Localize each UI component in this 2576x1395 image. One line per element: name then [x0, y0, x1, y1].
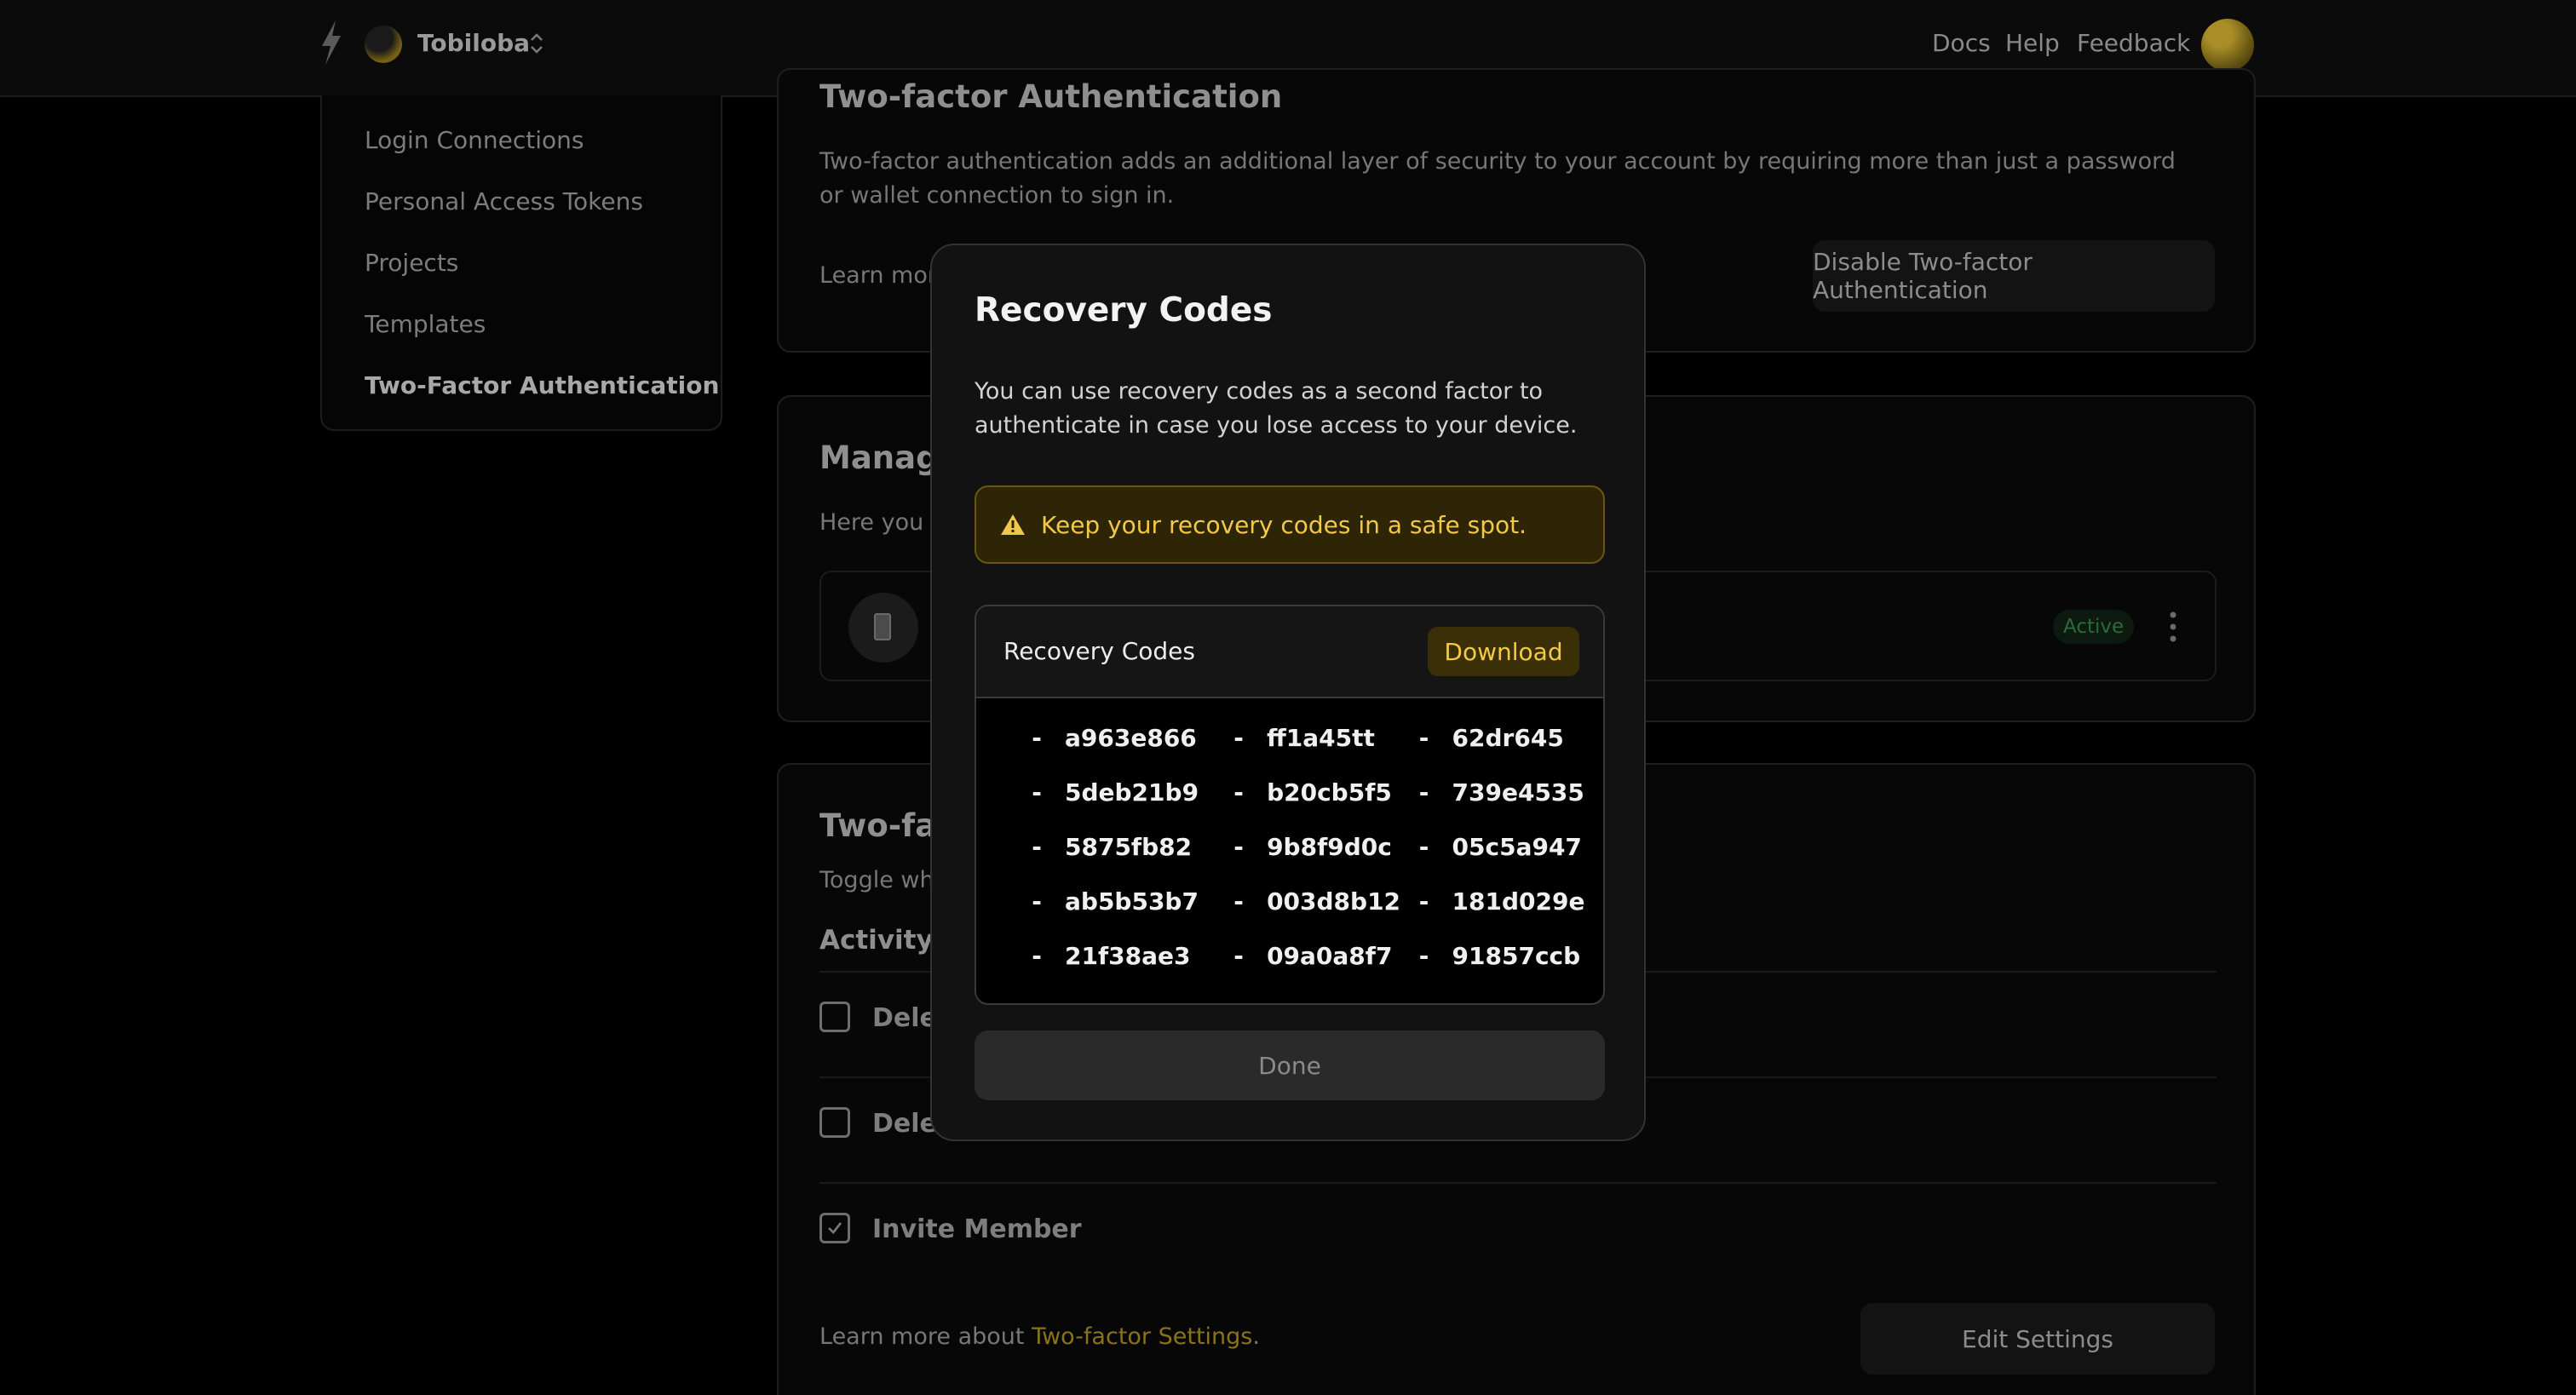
- manage-card-description: Here you c: [819, 509, 944, 536]
- recovery-codes-modal: Recovery Codes You can use recovery code…: [930, 244, 1646, 1141]
- list-bullet: -: [1233, 723, 1244, 752]
- recovery-code-item: -21f38ae3: [976, 928, 1199, 983]
- org-name[interactable]: Tobiloba: [417, 29, 530, 57]
- sidebar-item-personal-access-tokens[interactable]: Personal Access Tokens: [365, 187, 643, 215]
- done-button[interactable]: Done: [975, 1030, 1605, 1100]
- warning-icon: [1001, 514, 1025, 535]
- recovery-code-item: -05c5a947: [1403, 819, 1603, 874]
- app-root: Tobiloba Docs Help Feedback Login Connec…: [0, 0, 2576, 1395]
- recovery-code: 5875fb82: [1065, 832, 1193, 861]
- recovery-code: 91857ccb: [1452, 941, 1581, 970]
- nav-feedback-link[interactable]: Feedback: [2077, 29, 2190, 57]
- recovery-code: ab5b53b7: [1065, 887, 1199, 916]
- recovery-code: 181d029e: [1452, 887, 1585, 916]
- codes-grid: - a963e866- ff1a45tt -62dr645-5deb21b9- b20c…: [976, 698, 1603, 1003]
- list-bullet: -: [1418, 832, 1429, 861]
- list-bullet: -: [1032, 887, 1042, 916]
- chevron-up-down-icon[interactable]: [528, 31, 545, 56]
- recovery-code: 003d8b12: [1267, 887, 1401, 916]
- recovery-code-item: - a963e866: [976, 710, 1199, 765]
- recovery-code-item: -91857ccb: [1403, 928, 1603, 983]
- list-bullet: -: [1418, 887, 1429, 916]
- recovery-code-item: - b20cb5f5: [1199, 765, 1402, 819]
- option-label-2: Dele: [872, 1109, 937, 1139]
- list-bullet: -: [1233, 887, 1244, 916]
- recovery-code: 5deb21b9: [1065, 778, 1199, 807]
- recovery-code: 9b8f9d0c: [1267, 832, 1392, 861]
- list-bullet: -: [1418, 941, 1429, 970]
- download-button[interactable]: Download: [1428, 627, 1579, 676]
- check-icon: [828, 1222, 842, 1235]
- learn-more-suffix: .: [1252, 1323, 1260, 1350]
- list-bullet: -: [1032, 832, 1042, 861]
- recovery-code-item: -739e4535: [1403, 765, 1603, 819]
- modal-description: You can use recovery codes as a second f…: [975, 378, 1578, 439]
- recovery-code: ff1a45tt: [1267, 723, 1375, 752]
- org-avatar[interactable]: [365, 26, 402, 63]
- list-bullet: -: [1032, 778, 1042, 807]
- activity-heading: Activity: [819, 925, 934, 956]
- nav-help-link[interactable]: Help: [2005, 29, 2060, 57]
- recovery-code: 09a0a8f7: [1267, 941, 1393, 970]
- device-icon-wrapper: [848, 593, 918, 663]
- recovery-code-item: -5875fb82: [976, 819, 1199, 874]
- modal-title: Recovery Codes: [975, 291, 1273, 330]
- learn-more-prefix: Learn more about: [819, 1323, 1032, 1350]
- settings-card-description: Toggle whi: [819, 867, 941, 893]
- list-bullet: -: [1418, 723, 1429, 752]
- recovery-code-item: - ff1a45tt: [1199, 710, 1402, 765]
- edit-settings-button[interactable]: Edit Settings: [1860, 1303, 2215, 1375]
- warning-text: Keep your recovery codes in a safe spot.: [1041, 511, 1527, 539]
- sidebar-item-templates[interactable]: Templates: [365, 310, 486, 338]
- two-factor-settings-link[interactable]: Two-factor Settings: [1032, 1323, 1252, 1350]
- list-bullet: -: [1418, 778, 1429, 807]
- recovery-code-item: -9b8f9d0c: [1199, 819, 1402, 874]
- list-bullet: -: [1233, 941, 1244, 970]
- recovery-code-item: -181d029e: [1403, 874, 1603, 928]
- recovery-codes-box: Recovery Codes Download - a963e866- ff1a45…: [975, 605, 1605, 1005]
- user-avatar[interactable]: [2201, 19, 2254, 72]
- recovery-code: 05c5a947: [1452, 832, 1582, 861]
- recovery-code-item: -5deb21b9: [976, 765, 1199, 819]
- option-checkbox-3[interactable]: [819, 1213, 850, 1243]
- more-vertical-icon[interactable]: [2169, 610, 2177, 644]
- phone-icon: [874, 613, 891, 640]
- recovery-code: a963e866: [1065, 723, 1197, 752]
- option-checkbox-1[interactable]: [819, 1002, 850, 1032]
- bolt-logo-icon[interactable]: [317, 19, 346, 66]
- sidebar-item-two-factor-authentication[interactable]: Two-Factor Authentication: [365, 371, 719, 399]
- settings-learn-more: Learn more about Two-factor Settings.: [819, 1320, 1260, 1354]
- disable-two-factor-button[interactable]: Disable Two-factor Authentication: [1813, 240, 2215, 312]
- two-factor-card-title: Two-factor Authentication: [819, 78, 1283, 115]
- warning-alert: Keep your recovery codes in a safe spot.: [975, 485, 1605, 564]
- status-badge: Active: [2053, 610, 2135, 644]
- list-bullet: -: [1032, 941, 1042, 970]
- codes-header-title: Recovery Codes: [1003, 637, 1195, 665]
- list-bullet: -: [1032, 723, 1042, 752]
- list-bullet: -: [1233, 778, 1244, 807]
- recovery-code: 21f38ae3: [1065, 941, 1191, 970]
- divider: [819, 1182, 2217, 1184]
- list-bullet: -: [1233, 832, 1244, 861]
- sidebar-item-login-connections[interactable]: Login Connections: [365, 126, 584, 154]
- codes-header: Recovery Codes Download: [976, 606, 1603, 698]
- recovery-code-item: - ab5b53b7: [976, 874, 1199, 928]
- nav-docs-link[interactable]: Docs: [1932, 29, 1991, 57]
- recovery-code-item: -09a0a8f7: [1199, 928, 1402, 983]
- option-label-1: Dele: [872, 1003, 937, 1033]
- recovery-code-item: -62dr645: [1403, 710, 1603, 765]
- option-label-3: Invite Member: [872, 1214, 1082, 1244]
- settings-sidebar: Login Connections Personal Access Tokens…: [320, 95, 722, 431]
- sidebar-item-projects[interactable]: Projects: [365, 249, 458, 277]
- two-factor-card-description: Two-factor authentication adds an additi…: [819, 148, 2176, 209]
- recovery-code: 62dr645: [1452, 723, 1564, 752]
- option-checkbox-2[interactable]: [819, 1107, 850, 1138]
- recovery-code-item: -003d8b12: [1199, 874, 1402, 928]
- recovery-code: b20cb5f5: [1267, 778, 1392, 807]
- recovery-code: 739e4535: [1452, 778, 1584, 807]
